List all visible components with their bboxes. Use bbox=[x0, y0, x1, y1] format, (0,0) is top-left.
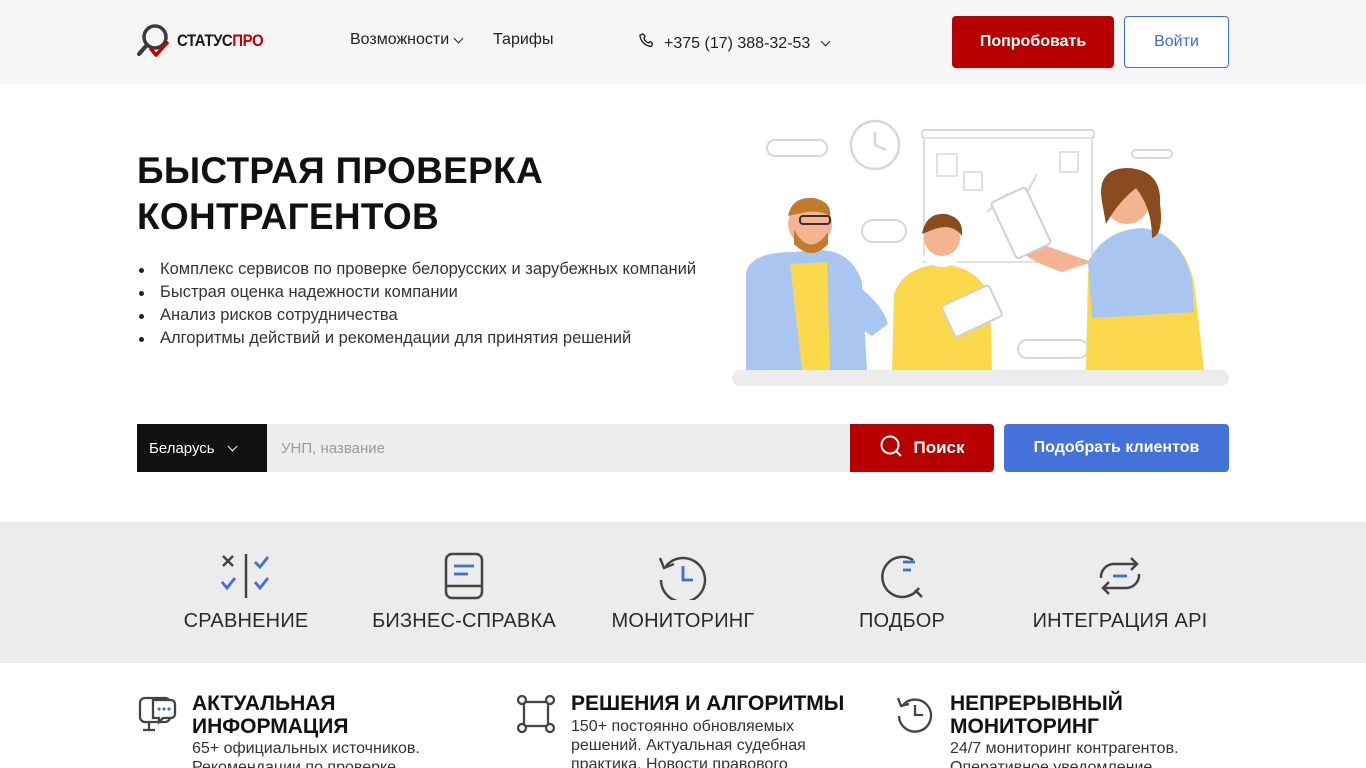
chevron-down-icon bbox=[453, 33, 464, 43]
list-item: Комплекс сервисов по проверке белорусски… bbox=[137, 258, 697, 281]
service-api-integration[interactable]: ИНТЕГРАЦИЯ API bbox=[1020, 552, 1220, 633]
hero-illustration bbox=[732, 112, 1229, 388]
country-select[interactable]: Беларусь bbox=[137, 424, 267, 472]
phone-selector[interactable]: +375 (17) 388-32-53 bbox=[638, 31, 831, 56]
nav-tariffs[interactable]: Тарифы bbox=[493, 31, 553, 49]
site-header: СТАТУСПРО Возможности Тарифы +375 (17) 3… bbox=[0, 0, 1366, 84]
phone-icon bbox=[638, 31, 664, 56]
service-business-report[interactable]: БИЗНЕС-СПРАВКА bbox=[364, 552, 564, 633]
list-item: Быстрая оценка надежности компании bbox=[137, 281, 697, 304]
hero-bullet-list: Комплекс сервисов по проверке белорусски… bbox=[137, 258, 697, 350]
search-input[interactable] bbox=[267, 424, 850, 472]
chevron-down-icon bbox=[820, 36, 831, 47]
service-monitoring[interactable]: МОНИТОРИНГ bbox=[583, 552, 783, 633]
chat-monitor-icon bbox=[137, 694, 177, 739]
history-clock-icon bbox=[895, 694, 935, 739]
service-compare[interactable]: СРАВНЕНИЕ bbox=[146, 552, 346, 633]
login-button[interactable]: Войти bbox=[1124, 16, 1229, 68]
history-clock-icon bbox=[583, 552, 783, 600]
find-clients-button[interactable]: Подобрать клиентов bbox=[1004, 424, 1229, 472]
logo[interactable]: СТАТУСПРО bbox=[137, 22, 275, 60]
chevron-down-icon bbox=[227, 441, 238, 451]
compare-icon bbox=[146, 552, 346, 600]
search-list-icon bbox=[802, 552, 1002, 600]
hero-title: БЫСТРАЯ ПРОВЕРКА КОНТРАГЕНТОВ bbox=[137, 150, 543, 237]
try-button[interactable]: Попробовать bbox=[952, 16, 1114, 68]
list-item: Анализ рисков сотрудничества bbox=[137, 304, 697, 327]
nav-features[interactable]: Возможности bbox=[350, 31, 464, 49]
nodes-square-icon bbox=[516, 694, 556, 739]
logo-text: СТАТУСПРО bbox=[177, 31, 264, 50]
magnifier-check-icon bbox=[137, 22, 173, 60]
search-icon bbox=[879, 434, 913, 463]
sync-icon bbox=[1020, 552, 1220, 600]
search-button[interactable]: Поиск bbox=[850, 424, 994, 472]
service-selection[interactable]: ПОДБОР bbox=[802, 552, 1002, 633]
list-item: Алгоритмы действий и рекомендации для пр… bbox=[137, 327, 697, 350]
search-bar: Беларусь Поиск bbox=[137, 424, 994, 472]
document-icon bbox=[364, 552, 564, 600]
clock-icon bbox=[849, 119, 901, 171]
services-band: СРАВНЕНИЕ БИЗНЕС-СПРАВКА МОНИТОРИНГ ПОДБ… bbox=[0, 522, 1366, 663]
